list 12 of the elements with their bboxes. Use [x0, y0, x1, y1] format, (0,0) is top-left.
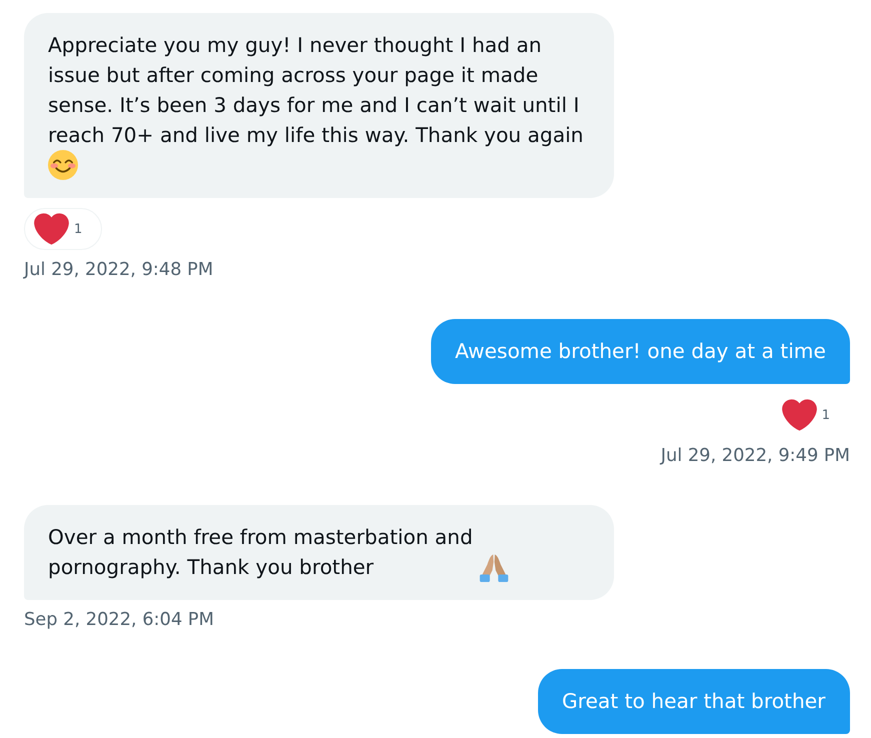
reaction-button[interactable]: 1: [24, 208, 102, 250]
folded-hands-icon: [479, 552, 509, 582]
message-timestamp: Jul 29, 2022, 9:49 PM: [660, 446, 850, 466]
heart-icon: [782, 399, 817, 431]
message-text: Appreciate you my guy! I never thought I had an issue but after coming across your page it made sense. It’s been 3 days for me and I can’t wait until I reach 70+ and live my life this way. Thank you again: [48, 32, 584, 149]
message-timestamp: Jul 29, 2022, 9:48 PM: [24, 260, 214, 280]
heart-icon: [34, 213, 69, 245]
message-text: Great to hear that brother: [562, 688, 826, 715]
message-text: Over a month free from masterbation and pornography. Thank you brother: [48, 524, 474, 581]
message-timestamp: Sep 2, 2022, 6:04 PM: [24, 610, 214, 630]
message-text: Awesome brother! one day at a time: [455, 338, 826, 365]
smiling-face-icon: [48, 150, 78, 180]
